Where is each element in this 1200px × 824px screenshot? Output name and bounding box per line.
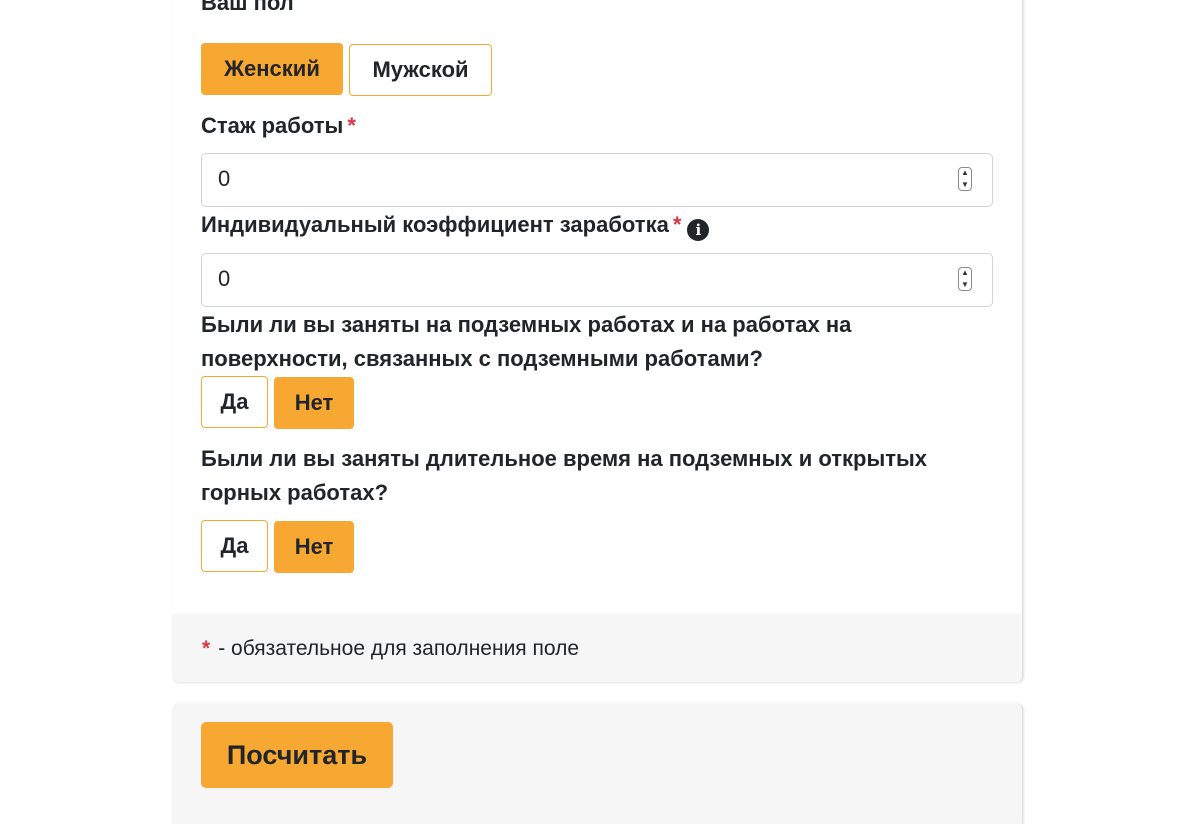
- gender-label: Ваш пол: [201, 0, 294, 15]
- form-footer: * - обязательное для заполнения поле: [172, 614, 1022, 682]
- required-note: * - обязательное для заполнения поле: [202, 634, 579, 664]
- underground-yes-button[interactable]: Да: [201, 376, 268, 428]
- mining-yes-button[interactable]: Да: [201, 520, 268, 572]
- underground-question-line2: поверхности, связанных с подземными рабо…: [201, 346, 763, 371]
- underground-question-line1: Были ли вы заняты на подземных работах и…: [201, 312, 852, 337]
- mining-question-line2: горных работах?: [201, 480, 389, 505]
- form-body: Ваш пол Женский Мужской Стаж работы* ▲ ▼…: [172, 0, 1022, 614]
- actions-card: Посчитать: [172, 704, 1023, 824]
- spinner-up-icon[interactable]: ▲: [959, 168, 971, 178]
- calculator-form-card: Ваш пол Женский Мужской Стаж работы* ▲ ▼…: [172, 0, 1023, 682]
- info-icon[interactable]: i: [687, 219, 710, 241]
- spinner-icon[interactable]: ▲ ▼: [958, 167, 972, 191]
- mining-question-line1: Были ли вы заняты длительное время на по…: [201, 446, 928, 471]
- mining-no-button[interactable]: Нет: [274, 521, 354, 573]
- experience-field[interactable]: ▲ ▼: [201, 153, 993, 207]
- gender-male-button[interactable]: Мужской: [349, 44, 492, 96]
- experience-label-text: Стаж работы: [201, 113, 344, 138]
- spinner-icon[interactable]: ▲ ▼: [958, 267, 972, 291]
- required-asterisk: *: [672, 212, 682, 237]
- gender-female-button[interactable]: Женский: [201, 43, 343, 95]
- spinner-down-icon[interactable]: ▼: [959, 280, 971, 290]
- required-note-text: - обязательное для заполнения поле: [218, 637, 580, 660]
- underground-no-button[interactable]: Нет: [274, 377, 354, 429]
- required-asterisk: *: [347, 113, 356, 138]
- spinner-up-icon[interactable]: ▲: [959, 268, 971, 278]
- coefficient-input[interactable]: [218, 254, 918, 304]
- experience-input[interactable]: [218, 154, 918, 204]
- required-asterisk: *: [202, 637, 211, 660]
- coefficient-label: Индивидуальный коэффициент заработка * i: [201, 208, 710, 241]
- experience-label: Стаж работы *: [201, 109, 356, 142]
- coefficient-field[interactable]: ▲ ▼: [201, 253, 993, 307]
- spinner-down-icon[interactable]: ▼: [959, 180, 971, 190]
- calculate-button[interactable]: Посчитать: [201, 722, 393, 788]
- coefficient-label-text: Индивидуальный коэффициент заработка: [201, 212, 669, 237]
